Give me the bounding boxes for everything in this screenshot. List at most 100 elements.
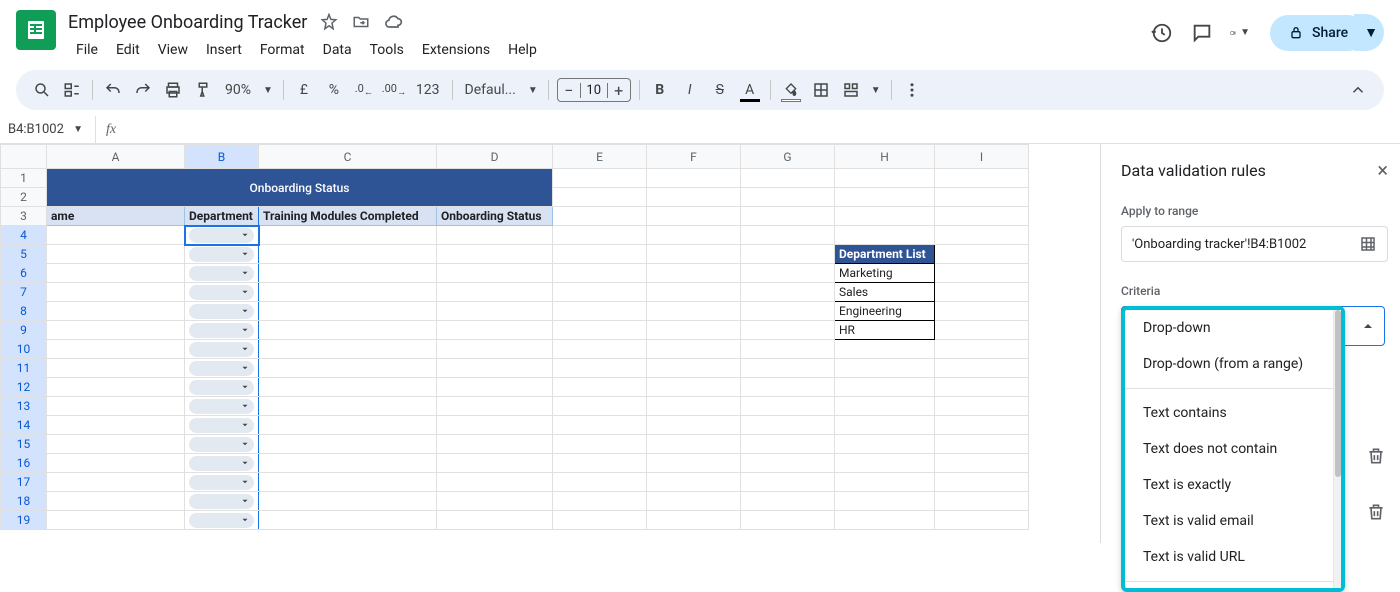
cell-I17[interactable]	[935, 473, 1029, 492]
cell[interactable]	[647, 188, 741, 207]
cell-F5[interactable]	[647, 245, 741, 264]
cell-G7[interactable]	[741, 283, 835, 302]
cell-B13[interactable]	[185, 397, 259, 416]
dropdown-chip[interactable]	[189, 361, 254, 376]
bold-icon[interactable]: B	[646, 76, 674, 104]
cell-H17[interactable]	[835, 473, 935, 492]
cell-A7[interactable]	[47, 283, 185, 302]
scrollbar[interactable]	[1333, 310, 1341, 588]
cell-D5[interactable]	[437, 245, 553, 264]
cell-C19[interactable]	[259, 511, 437, 530]
cell-B14[interactable]	[185, 416, 259, 435]
cell-E19[interactable]	[553, 511, 647, 530]
cell-F19[interactable]	[647, 511, 741, 530]
cell-C4[interactable]	[259, 226, 437, 245]
redo-icon[interactable]	[129, 76, 157, 104]
cell-H14[interactable]	[835, 416, 935, 435]
cell-D12[interactable]	[437, 378, 553, 397]
dropdown-chip[interactable]	[189, 399, 254, 414]
move-icon[interactable]	[351, 12, 371, 32]
cloud-icon[interactable]	[383, 12, 403, 32]
cell-A4[interactable]	[47, 226, 185, 245]
cell-E16[interactable]	[553, 454, 647, 473]
cell-G6[interactable]	[741, 264, 835, 283]
cell-H5[interactable]: Department List	[835, 245, 935, 264]
cell-A19[interactable]	[47, 511, 185, 530]
cell-D13[interactable]	[437, 397, 553, 416]
cell-C11[interactable]	[259, 359, 437, 378]
star-icon[interactable]	[319, 12, 339, 32]
cell-H8[interactable]: Engineering	[835, 302, 935, 321]
row-head-6[interactable]: 6	[1, 264, 47, 283]
cell-A10[interactable]	[47, 340, 185, 359]
criteria-option[interactable]: Drop-down (from a range)	[1125, 346, 1341, 382]
col-head-G[interactable]: G	[741, 145, 835, 169]
row-head-15[interactable]: 15	[1, 435, 47, 454]
cell-I16[interactable]	[935, 454, 1029, 473]
cell-I6[interactable]	[935, 264, 1029, 283]
cell-G17[interactable]	[741, 473, 835, 492]
cell-C5[interactable]	[259, 245, 437, 264]
cell[interactable]	[935, 188, 1029, 207]
cell-C14[interactable]	[259, 416, 437, 435]
spreadsheet-grid[interactable]: ABCDEFGHI1Onboarding Status23ameDepartme…	[0, 144, 1100, 543]
row-head-18[interactable]: 18	[1, 492, 47, 511]
cell-G5[interactable]	[741, 245, 835, 264]
cell-C6[interactable]	[259, 264, 437, 283]
cell[interactable]	[553, 169, 647, 188]
cell-E4[interactable]	[553, 226, 647, 245]
cell-A12[interactable]	[47, 378, 185, 397]
cell-B7[interactable]	[185, 283, 259, 302]
cell-I4[interactable]	[935, 226, 1029, 245]
paint-format-icon[interactable]	[189, 76, 217, 104]
cell-H18[interactable]	[835, 492, 935, 511]
cell-G13[interactable]	[741, 397, 835, 416]
cell-E15[interactable]	[553, 435, 647, 454]
delete-icon[interactable]	[1366, 502, 1386, 526]
cell-A14[interactable]	[47, 416, 185, 435]
cell-D15[interactable]	[437, 435, 553, 454]
dropdown-chip[interactable]	[189, 380, 254, 395]
cell-E5[interactable]	[553, 245, 647, 264]
cell[interactable]	[741, 188, 835, 207]
criteria-option[interactable]: Text is valid URL	[1125, 539, 1341, 575]
col-head-B[interactable]: B	[185, 145, 259, 169]
cell-D16[interactable]	[437, 454, 553, 473]
row-head-7[interactable]: 7	[1, 283, 47, 302]
cell-F9[interactable]	[647, 321, 741, 340]
cell-I11[interactable]	[935, 359, 1029, 378]
cell-G14[interactable]	[741, 416, 835, 435]
cell[interactable]	[835, 188, 935, 207]
cell-B18[interactable]	[185, 492, 259, 511]
cell[interactable]	[835, 169, 935, 188]
cell[interactable]	[553, 207, 647, 226]
cell-A13[interactable]	[47, 397, 185, 416]
cell-D19[interactable]	[437, 511, 553, 530]
cell-A17[interactable]	[47, 473, 185, 492]
menu-edit[interactable]: Edit	[108, 38, 148, 62]
header-department[interactable]: Department	[185, 207, 259, 226]
cell-E18[interactable]	[553, 492, 647, 511]
cell-E13[interactable]	[553, 397, 647, 416]
cell-H9[interactable]: HR	[835, 321, 935, 340]
row-head-14[interactable]: 14	[1, 416, 47, 435]
cell-B17[interactable]	[185, 473, 259, 492]
menu-insert[interactable]: Insert	[198, 38, 250, 62]
cell-G15[interactable]	[741, 435, 835, 454]
undo-icon[interactable]	[99, 76, 127, 104]
share-dropdown[interactable]: ▼	[1354, 14, 1384, 51]
row-head-13[interactable]: 13	[1, 397, 47, 416]
cell-B10[interactable]	[185, 340, 259, 359]
menu-data[interactable]: Data	[315, 38, 360, 62]
row-head-11[interactable]: 11	[1, 359, 47, 378]
more-formats[interactable]: 123	[410, 76, 446, 104]
cell-B8[interactable]	[185, 302, 259, 321]
cell-B9[interactable]	[185, 321, 259, 340]
criteria-option[interactable]: Text is exactly	[1125, 467, 1341, 503]
chevron-down-icon[interactable]: ▼	[867, 85, 885, 96]
name-box[interactable]: B4:B1002 ▼	[0, 116, 96, 143]
cell-G9[interactable]	[741, 321, 835, 340]
sheets-logo[interactable]	[16, 10, 56, 50]
cell-H15[interactable]	[835, 435, 935, 454]
dropdown-chip[interactable]	[189, 342, 254, 357]
